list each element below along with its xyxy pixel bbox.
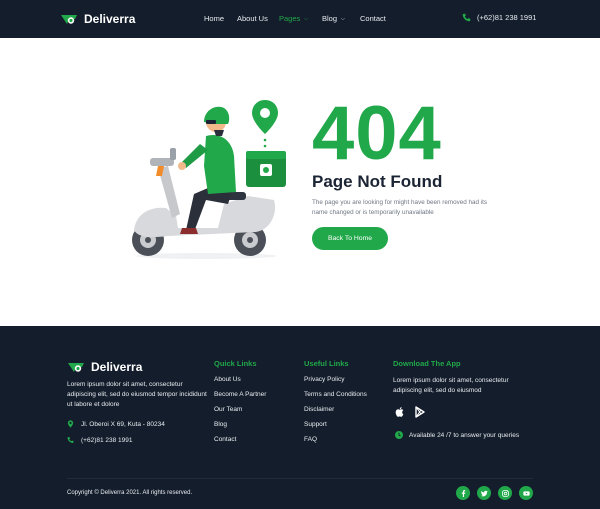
- header-brand[interactable]: Deliverra: [60, 12, 135, 26]
- instagram-icon[interactable]: [498, 486, 512, 500]
- footer-link-terms[interactable]: Terms and Conditions: [304, 391, 367, 398]
- not-found-section: 404 Page Not Found The page you are look…: [0, 38, 600, 326]
- quick-links-title: Quick Links: [214, 359, 257, 368]
- footer-link-privacy-policy[interactable]: Privacy Policy: [304, 376, 344, 383]
- nav-pages[interactable]: Pages ⌵: [279, 14, 308, 23]
- footer-phone[interactable]: (+62)81 238 1991: [67, 436, 133, 444]
- footer-link-become-partner[interactable]: Become A Partner: [214, 391, 266, 398]
- download-app-text: Lorem ipsum dolor sit amet, consectetur …: [393, 377, 509, 394]
- footer-link-our-team[interactable]: Our Team: [214, 406, 242, 413]
- nav-blog-label: Blog: [322, 14, 338, 23]
- footer-link-contact[interactable]: Contact: [214, 436, 236, 443]
- footer-address: Jl. Oberoi X 69, Kuta - 80234: [67, 420, 165, 428]
- phone-icon: [462, 13, 471, 22]
- footer-link-about-us[interactable]: About Us: [214, 376, 241, 383]
- download-app-title: Download The App: [393, 359, 461, 368]
- brand-name: Deliverra: [84, 12, 136, 26]
- back-to-home-button[interactable]: Back To Home: [312, 227, 388, 250]
- apple-icon[interactable]: [394, 406, 406, 418]
- footer-link-faq[interactable]: FAQ: [304, 436, 317, 443]
- footer-link-blog[interactable]: Blog: [214, 421, 227, 428]
- footer-link-disclaimer[interactable]: Disclaimer: [304, 406, 334, 413]
- site-footer: Deliverra Lorem ipsum dolor sit amet, co…: [0, 326, 600, 509]
- phone-icon: [67, 437, 74, 443]
- nav-contact-label: Contact: [360, 14, 386, 23]
- nav-about-us[interactable]: About Us: [237, 14, 268, 23]
- footer-address-text: Jl. Oberoi X 69, Kuta - 80234: [81, 420, 165, 428]
- header-phone-number: (+62)81 238 1991: [477, 13, 537, 22]
- useful-links-title: Useful Links: [304, 359, 349, 368]
- footer-divider: [67, 478, 533, 479]
- google-play-icon[interactable]: [414, 406, 426, 418]
- delivery-scooter-rider-illustration: [132, 100, 286, 259]
- facebook-icon[interactable]: [456, 486, 470, 500]
- twitter-icon[interactable]: [477, 486, 491, 500]
- footer-about-text: Lorem ipsum dolor sit amet, consectetur …: [67, 381, 207, 408]
- nav-pages-label: Pages: [279, 14, 301, 23]
- deliverra-logo-icon: [61, 14, 77, 24]
- nav-blog[interactable]: Blog ⌵: [322, 14, 345, 23]
- footer-brand[interactable]: Deliverra: [67, 360, 142, 374]
- footer-phone-number: (+62)81 238 1991: [81, 436, 133, 444]
- nav-home[interactable]: Home: [204, 14, 224, 23]
- nav-contact[interactable]: Contact: [360, 14, 386, 23]
- chevron-down-icon: ⌵: [341, 15, 345, 22]
- site-header: Deliverra Home About Us Pages ⌵ Blog ⌵ Con…: [0, 0, 600, 38]
- error-code: 404: [312, 91, 442, 176]
- page-title: Page Not Found: [312, 172, 443, 191]
- header-phone[interactable]: (+62)81 238 1991: [462, 13, 536, 22]
- footer-link-support[interactable]: Support: [304, 421, 327, 428]
- clock-icon: [395, 431, 403, 439]
- deliverra-logo-icon: [68, 362, 84, 372]
- chevron-down-icon: ⌵: [304, 15, 309, 22]
- youtube-icon[interactable]: [519, 486, 533, 500]
- location-pin-icon: [252, 100, 278, 148]
- location-pin-icon: [67, 420, 74, 428]
- availability-text: Available 24 /7 to answer your queries: [409, 431, 520, 439]
- copyright-text: Copyright © Deliverra 2021. All rights r…: [67, 490, 193, 496]
- availability-note: Available 24 /7 to answer your queries: [395, 431, 519, 439]
- error-description: The page you are looking for might have …: [312, 199, 488, 216]
- footer-brand-name: Deliverra: [91, 360, 143, 374]
- nav-about-label: About Us: [237, 14, 268, 23]
- nav-home-label: Home: [204, 14, 225, 23]
